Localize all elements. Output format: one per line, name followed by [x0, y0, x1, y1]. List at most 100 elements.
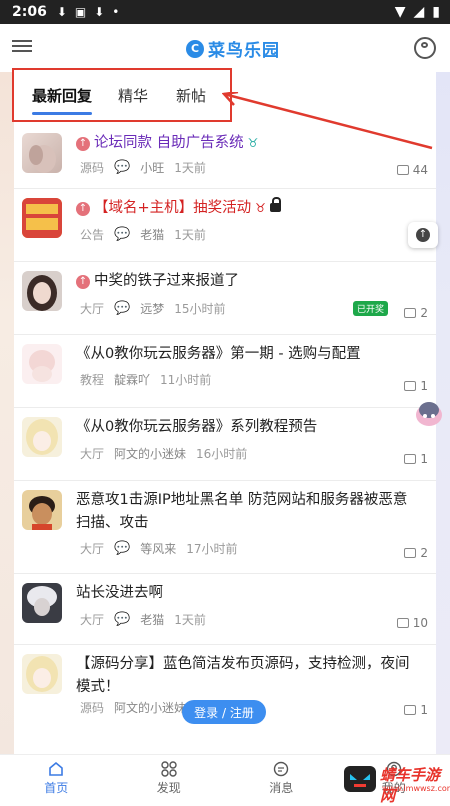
post-item[interactable]: 站长没进去啊 大厅 💬 老猫 1天前 10	[14, 574, 436, 645]
post-time: 1天前	[174, 226, 206, 243]
post-board: 大厅	[80, 445, 104, 462]
post-title: 【源码分享】蓝色简洁发布页源码，支持检测，夜间模式！	[76, 653, 420, 699]
reply-icon	[397, 618, 409, 628]
reply-count: 1	[404, 703, 428, 717]
pinned-up-icon: ↑	[76, 202, 90, 216]
tab-featured[interactable]: 精华	[118, 85, 148, 106]
post-author: 老猫	[140, 611, 164, 628]
tab-new-posts[interactable]: 新帖	[176, 85, 206, 106]
nav-discover[interactable]: 发现	[113, 755, 226, 801]
tab-bar: 最新回复 精华 新帖	[12, 68, 232, 122]
reply-count: 1	[404, 452, 428, 466]
nav-home[interactable]: 首页	[0, 755, 113, 801]
avatar	[22, 490, 62, 530]
login-register-button[interactable]: 登录 / 注册	[182, 700, 266, 724]
app-bar: C 菜鸟乐园	[0, 24, 450, 72]
post-author: 阿文的小迷妹	[114, 445, 186, 462]
comments-icon: 💬	[114, 612, 130, 627]
signal-icon: ◢	[414, 4, 425, 20]
post-item[interactable]: ↑【域名+主机】抽奖活动♉ 公告 💬 老猫 1天前 已开奖	[14, 189, 436, 262]
post-board: 大厅	[80, 611, 104, 628]
post-list: ↑论坛同款 自助广告系统♉ 源码 💬 小旺 1天前 44 ↑【域名+主机】抽奖活…	[14, 124, 436, 731]
mascot-icon[interactable]	[412, 396, 446, 430]
download-icon: ⬇	[57, 5, 67, 19]
message-icon	[273, 761, 289, 777]
post-title: 恶意攻1击源IP地址黑名单 防范网站和服务器被恶意扫描、攻击	[76, 489, 420, 535]
app-title: 菜鸟乐园	[208, 36, 280, 61]
reply-count: 10	[397, 616, 428, 630]
nav-messages[interactable]: 消息	[225, 755, 338, 801]
tab-latest-replies[interactable]: 最新回复	[32, 85, 92, 106]
post-meta: 源码 阿文的小迷妹	[80, 699, 186, 716]
post-item[interactable]: ↑论坛同款 自助广告系统♉ 源码 💬 小旺 1天前 44	[14, 124, 436, 189]
post-title: ↑中奖的铁子过来报道了	[76, 270, 420, 293]
avatar	[22, 583, 62, 623]
comments-icon: 💬	[114, 227, 130, 242]
post-author: 靛霖吖	[114, 371, 150, 388]
post-author: 小旺	[140, 159, 164, 176]
status-system-icons: ▼ ◢ ▮	[395, 4, 440, 20]
logo-badge-icon: C	[186, 40, 204, 58]
post-author: 等风来	[140, 540, 176, 557]
pinned-up-icon: ↑	[76, 275, 90, 289]
comments-icon: 💬	[114, 301, 130, 316]
avatar	[22, 271, 62, 311]
post-board: 大厅	[80, 300, 104, 317]
battery-icon: ▮	[432, 4, 440, 20]
post-board: 源码	[80, 699, 104, 716]
reply-count: 1	[404, 379, 428, 393]
post-meta: 大厅 💬 等风来 17小时前	[80, 540, 238, 557]
post-title: 《从0教你玩云服务器》系列教程预告	[76, 416, 420, 439]
post-time: 15小时前	[174, 300, 225, 317]
post-board: 公告	[80, 226, 104, 243]
status-time: 2:06	[12, 4, 47, 20]
post-board: 源码	[80, 159, 104, 176]
post-item[interactable]: 《从0教你玩云服务器》第一期 - 选购与配置 教程 靛霖吖 11小时前 1	[14, 335, 436, 408]
post-time: 16小时前	[196, 445, 247, 462]
comments-icon: 💬	[114, 160, 130, 175]
app-logo: C 菜鸟乐园	[186, 36, 280, 61]
post-meta: 公告 💬 老猫 1天前	[80, 226, 206, 243]
post-title: ↑论坛同款 自助广告系统♉	[76, 132, 420, 155]
nav-messages-label: 消息	[269, 781, 293, 795]
post-author: 远梦	[140, 300, 164, 317]
post-meta: 源码 💬 小旺 1天前	[80, 159, 206, 176]
status-bar: 2:06 ⬇ ▣ ⬇ • ▼ ◢ ▮	[0, 0, 450, 24]
post-meta: 教程 靛霖吖 11小时前	[80, 371, 211, 388]
reply-count: 2	[404, 546, 428, 560]
post-time: 11小时前	[160, 371, 211, 388]
menu-icon[interactable]	[12, 37, 32, 57]
lock-icon	[270, 203, 281, 212]
watermark-logo-icon	[342, 760, 378, 796]
arrow-up-icon: ↑	[416, 228, 430, 242]
post-item[interactable]: 《从0教你玩云服务器》系列教程预告 大厅 阿文的小迷妹 16小时前 1	[14, 408, 436, 481]
reply-icon	[404, 454, 416, 464]
reply-count: 2	[404, 306, 428, 320]
post-author: 老猫	[140, 226, 164, 243]
reply-icon	[404, 548, 416, 558]
background-left-edge	[0, 24, 14, 754]
post-title: 站长没进去啊	[76, 582, 420, 605]
post-item[interactable]: 恶意攻1击源IP地址黑名单 防范网站和服务器被恶意扫描、攻击 大厅 💬 等风来 …	[14, 481, 436, 574]
post-board: 大厅	[80, 540, 104, 557]
user-icon[interactable]	[414, 37, 436, 59]
award-icon: ♉	[255, 201, 266, 215]
post-meta: 大厅 💬 远梦 15小时前	[80, 300, 226, 317]
discover-grid-icon	[161, 761, 177, 777]
home-icon	[48, 761, 64, 777]
post-time: 17小时前	[186, 540, 237, 557]
post-title: 《从0教你玩云服务器》第一期 - 选购与配置	[76, 343, 420, 366]
scroll-to-top-button[interactable]: ↑	[408, 222, 438, 248]
post-title: ↑【域名+主机】抽奖活动♉	[76, 197, 420, 220]
reply-icon	[397, 165, 409, 175]
avatar	[22, 654, 62, 694]
avatar	[22, 417, 62, 457]
post-meta: 大厅 💬 老猫 1天前	[80, 611, 206, 628]
post-item[interactable]: ↑中奖的铁子过来报道了 大厅 💬 远梦 15小时前 2	[14, 262, 436, 335]
pinned-up-icon: ↑	[76, 137, 90, 151]
nav-discover-label: 发现	[157, 781, 181, 795]
comments-icon: 💬	[114, 541, 130, 556]
reply-icon	[404, 308, 416, 318]
post-author: 阿文的小迷妹	[114, 699, 186, 716]
post-board: 教程	[80, 371, 104, 388]
